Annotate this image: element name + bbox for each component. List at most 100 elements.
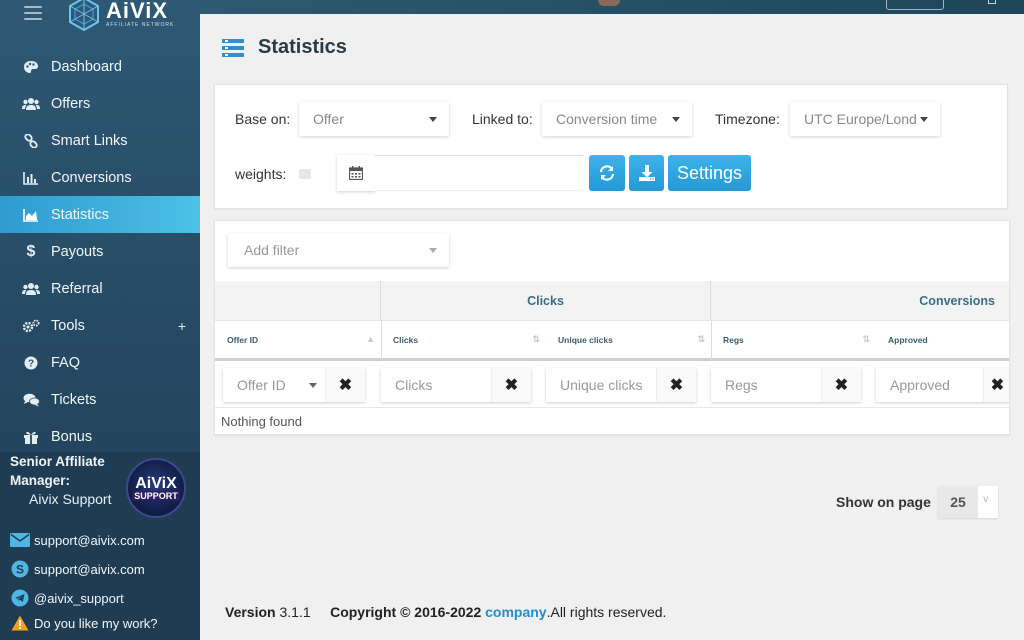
caret-down-icon xyxy=(920,117,928,122)
sidebar-item-label: Statistics xyxy=(51,206,110,223)
sidebar-item-smart-links[interactable]: Smart Links xyxy=(0,122,200,159)
contact-email[interactable]: support@aivix.com xyxy=(10,530,145,550)
logo-name: AiViX xyxy=(106,0,169,23)
clear-filter-icon[interactable]: ✖ xyxy=(325,368,365,402)
sort-asc-icon: ▲ xyxy=(366,334,375,344)
sidebar-item-statistics[interactable]: Statistics xyxy=(0,196,200,233)
area-chart-icon xyxy=(22,207,40,223)
column-regs[interactable]: Regs ⇅ xyxy=(711,321,876,358)
logo-mark-icon xyxy=(69,0,99,32)
contact-email-text[interactable]: support@aivix.com xyxy=(34,533,145,548)
manager-avatar: AiViX SUPPORT xyxy=(126,458,186,518)
page-size-select[interactable]: 25 ∨ xyxy=(938,486,998,518)
feedback-text[interactable]: Do you like my work? xyxy=(34,616,158,631)
column-approved-label: Approved xyxy=(888,334,928,345)
clear-filter-icon[interactable]: ✖ xyxy=(656,368,696,402)
timezone-select[interactable]: UTC Europe/Lond xyxy=(790,102,940,136)
add-filter-select[interactable]: Add filter xyxy=(228,233,449,267)
expand-plus-icon[interactable]: + xyxy=(178,318,186,334)
clear-filter-icon[interactable]: ✖ xyxy=(821,368,861,402)
column-approved[interactable]: Approved xyxy=(876,321,1009,358)
approved-filter-placeholder: Approved xyxy=(890,377,950,393)
contact-telegram-text[interactable]: @aivix_support xyxy=(34,591,124,606)
clear-filter-icon[interactable]: ✖ xyxy=(983,368,1009,402)
linked-to-select[interactable]: Conversion time xyxy=(542,102,692,136)
column-filter-row: Offer ID ✖ Clicks ✖ Unique clicks ✖ Regs… xyxy=(215,364,1009,408)
feedback-link[interactable]: Do you like my work? xyxy=(10,613,158,633)
badge-bottom-text: SUPPORT xyxy=(132,490,180,501)
clicks-filter[interactable]: Clicks ✖ xyxy=(381,368,531,402)
column-unique-clicks[interactable]: Unique clicks ⇅ xyxy=(546,321,711,358)
telegram-icon xyxy=(10,588,30,608)
refresh-button[interactable] xyxy=(589,155,625,191)
users-icon xyxy=(22,96,40,112)
top-bar-button[interactable] xyxy=(886,0,944,10)
calendar-button[interactable] xyxy=(337,155,375,191)
manager-panel: Senior Affiliate Manager: Aivix Support … xyxy=(0,452,200,640)
sidebar-item-label: Dashboard xyxy=(51,58,122,75)
sidebar-item-label: Payouts xyxy=(51,243,104,260)
cogs-icon xyxy=(22,318,40,334)
avatar[interactable] xyxy=(598,0,620,6)
caret-down-icon xyxy=(309,383,317,388)
date-range-input[interactable] xyxy=(375,155,583,191)
sidebar-item-referral[interactable]: Referral xyxy=(0,270,200,307)
contact-telegram[interactable]: @aivix_support xyxy=(10,588,124,608)
column-clicks-label: Clicks xyxy=(393,334,419,345)
users-icon xyxy=(22,281,40,297)
timezone-label: Timezone: xyxy=(715,111,780,127)
approved-filter[interactable]: Approved ✖ xyxy=(876,368,1009,402)
sidebar-item-tickets[interactable]: Tickets xyxy=(0,381,200,418)
sidebar-item-label: Offers xyxy=(51,95,91,112)
sidebar-item-offers[interactable]: Offers xyxy=(0,85,200,122)
hamburger-menu-icon[interactable] xyxy=(24,6,42,20)
weights-label: weights: xyxy=(235,166,287,182)
unique-clicks-filter[interactable]: Unique clicks ✖ xyxy=(546,368,696,402)
sidebar-item-label: Smart Links xyxy=(51,132,128,149)
clear-filter-icon[interactable]: ✖ xyxy=(491,368,531,402)
version-number: 3.1.1 xyxy=(279,604,311,620)
offer-id-filter[interactable]: Offer ID ✖ xyxy=(223,368,365,402)
sidebar-item-payouts[interactable]: $ Payouts xyxy=(0,233,200,270)
regs-filter[interactable]: Regs ✖ xyxy=(711,368,861,402)
contact-skype-text[interactable]: support@aivix.com xyxy=(34,562,145,577)
sidebar-item-label: Referral xyxy=(51,280,103,297)
svg-text:S: S xyxy=(16,563,24,577)
settings-button[interactable]: Settings xyxy=(668,155,751,191)
manager-label: Senior Affiliate Manager: xyxy=(10,452,105,490)
download-button[interactable] xyxy=(629,155,664,191)
sidebar-item-label: Bonus xyxy=(51,428,93,445)
base-on-label: Base on: xyxy=(235,111,291,127)
sidebar-item-bonus[interactable]: Bonus xyxy=(0,418,200,455)
sidebar-item-dashboard[interactable]: Dashboard xyxy=(0,48,200,85)
sidebar-item-conversions[interactable]: Conversions xyxy=(0,159,200,196)
skype-icon: S xyxy=(10,559,30,579)
gift-icon xyxy=(22,429,40,445)
weights-checkbox[interactable] xyxy=(299,169,311,179)
column-offer-id-label: Offer ID xyxy=(227,334,259,345)
timezone-value: UTC Europe/Lond xyxy=(804,111,917,127)
sidebar-item-label: Tools xyxy=(51,317,85,334)
linked-to-value: Conversion time xyxy=(556,111,658,127)
base-on-select[interactable]: Offer xyxy=(299,102,449,136)
group-header-conversions: Conversions xyxy=(919,294,995,308)
sidebar-item-tools[interactable]: Tools + xyxy=(0,307,200,344)
logo[interactable]: AiViX AFFILIATE NETWORK xyxy=(66,0,174,32)
company-link[interactable]: company xyxy=(485,604,546,620)
sidebar: AiViX AFFILIATE NETWORK Dashboard Offers… xyxy=(0,0,200,640)
contact-skype[interactable]: S support@aivix.com xyxy=(10,559,145,579)
link-icon xyxy=(22,133,40,149)
caret-down-icon xyxy=(429,117,437,122)
table-group-header: Clicks Conversions xyxy=(215,281,1009,321)
sort-icon: ⇅ xyxy=(697,334,705,344)
sort-icon: ⇅ xyxy=(862,334,870,344)
column-offer-id[interactable]: Offer ID ▲ xyxy=(215,321,381,358)
column-clicks[interactable]: Clicks ⇅ xyxy=(381,321,546,358)
caret-down-icon xyxy=(429,248,437,253)
sidebar-item-faq[interactable]: ? FAQ xyxy=(0,344,200,381)
logo-subtitle: AFFILIATE NETWORK xyxy=(106,22,175,28)
badge-top-text: AiViX xyxy=(135,474,177,492)
lock-icon[interactable] xyxy=(988,0,996,4)
column-regs-label: Regs xyxy=(723,334,744,345)
sidebar-nav: Dashboard Offers Smart Links Conversions… xyxy=(0,48,200,455)
